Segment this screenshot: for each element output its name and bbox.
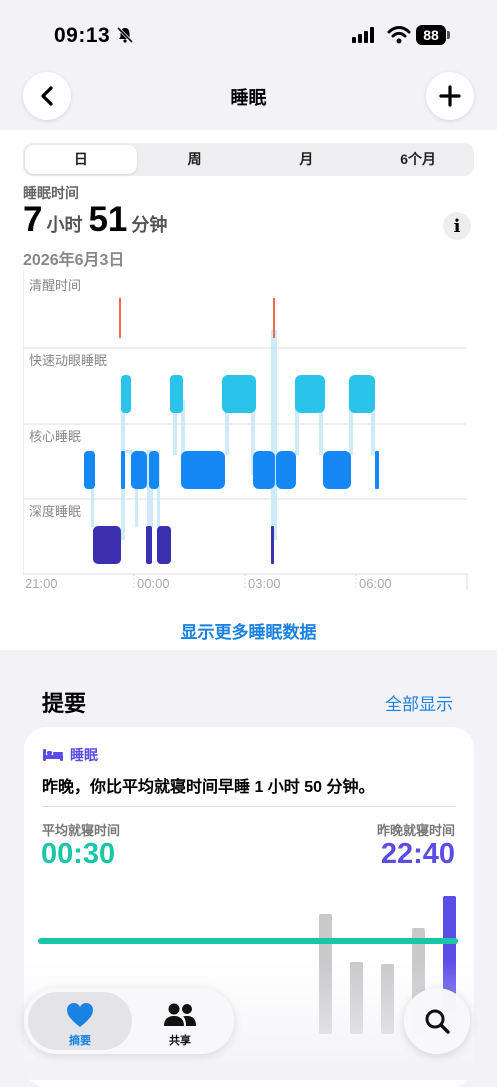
last-bedtime-value: 22:40 xyxy=(380,838,455,870)
segment-week[interactable]: 周 xyxy=(139,143,251,176)
tab-summary[interactable]: 摘要 xyxy=(28,992,132,1050)
segment-day[interactable]: 日 xyxy=(25,145,137,174)
stage-label-core: 核心睡眠 xyxy=(29,429,81,444)
deep-segment xyxy=(157,526,171,564)
sleep-duration: 7 小时 51 分钟 xyxy=(23,200,173,240)
time-range-segmented-control: 日 周 月 6个月 xyxy=(23,143,474,176)
search-button[interactable] xyxy=(404,988,470,1054)
tab-bar: 摘要 共享 xyxy=(24,988,234,1054)
core-segment xyxy=(149,451,159,489)
rem-segments xyxy=(121,375,375,413)
battery-icon: 88 xyxy=(416,25,446,45)
sleep-stages-chart: 清醒时间 快速动眼睡眠 核心睡眠 深度睡眠 21:00 00:00 03:00 … xyxy=(23,270,468,591)
summary-heading: 提要 xyxy=(42,691,87,716)
core-segment xyxy=(253,451,275,489)
info-icon: i xyxy=(453,215,461,237)
avg-bedtime-label: 平均就寝时间 xyxy=(42,823,121,838)
avg-bedtime-value: 00:30 xyxy=(41,838,116,870)
duration-minutes-unit: 分钟 xyxy=(131,215,168,235)
deep-segment xyxy=(146,526,152,564)
awake-segment xyxy=(273,298,275,338)
core-segment xyxy=(375,451,379,489)
status-time: 09:13 xyxy=(54,24,111,47)
core-segment xyxy=(84,451,95,489)
show-more-sleep-data-link[interactable]: 显示更多睡眠数据 xyxy=(0,618,497,643)
core-segment xyxy=(131,451,147,489)
bell-muted-icon xyxy=(116,26,134,44)
x-tick-label: 00:00 xyxy=(137,576,170,591)
x-tick-label: 03:00 xyxy=(248,576,281,591)
status-bar: 09:13 88 xyxy=(0,0,497,72)
tab-summary-label: 摘要 xyxy=(69,1035,91,1047)
sleep-date: 2026年6月3日 xyxy=(23,252,125,269)
core-segments xyxy=(84,451,379,489)
chart-gridlines xyxy=(23,270,468,590)
stage-label-rem: 快速动眼睡眠 xyxy=(29,353,107,368)
battery-nub xyxy=(447,31,450,39)
rem-segment xyxy=(295,375,325,413)
core-segment xyxy=(121,451,125,489)
last-bedtime-label: 昨晚就寝时间 xyxy=(376,823,455,838)
duration-minutes: 51 xyxy=(88,200,128,239)
rem-segment xyxy=(121,375,131,413)
add-button[interactable] xyxy=(426,72,474,120)
tab-sharing[interactable]: 共享 xyxy=(128,992,232,1050)
core-segment xyxy=(323,451,351,489)
rem-segment xyxy=(349,375,375,413)
deep-segment xyxy=(93,526,121,564)
summary-text: 昨晚，你比平均就寝时间早睡 1 小时 50 分钟。 xyxy=(42,779,375,796)
show-all-link[interactable]: 全部显示 xyxy=(385,690,453,715)
segment-month[interactable]: 月 xyxy=(251,143,363,176)
stage-connectors xyxy=(91,330,375,540)
rem-segment xyxy=(222,375,256,413)
divider xyxy=(42,806,456,807)
core-segment xyxy=(181,451,225,489)
deep-segments xyxy=(93,526,274,564)
awake-segments xyxy=(119,298,275,338)
people-icon xyxy=(164,1003,196,1026)
summary-category-label: 睡眠 xyxy=(70,747,98,763)
deep-segment xyxy=(271,526,274,564)
stage-label-awake: 清醒时间 xyxy=(29,278,81,293)
duration-hours-unit: 小时 xyxy=(46,215,83,235)
rem-segment xyxy=(170,375,183,413)
core-segment xyxy=(276,451,296,489)
duration-hours: 7 xyxy=(23,200,43,239)
avg-bedtime-line xyxy=(38,938,458,944)
page-title: 睡眠 xyxy=(230,88,267,108)
cellular-signal-icon xyxy=(352,27,374,43)
wifi-icon xyxy=(387,26,411,44)
x-tick-label: 21:00 xyxy=(25,576,58,591)
plus-icon xyxy=(439,85,461,107)
x-tick-label: 06:00 xyxy=(359,576,392,591)
segment-6-months[interactable]: 6个月 xyxy=(362,143,474,176)
search-icon xyxy=(425,1009,450,1034)
stage-label-deep: 深度睡眠 xyxy=(29,504,81,519)
info-button[interactable]: i xyxy=(443,212,471,240)
tab-sharing-label: 共享 xyxy=(169,1035,191,1047)
bed-icon xyxy=(43,749,63,761)
summary-category: 睡眠 xyxy=(42,745,98,765)
heart-icon xyxy=(67,1003,93,1027)
awake-segment xyxy=(119,298,121,338)
